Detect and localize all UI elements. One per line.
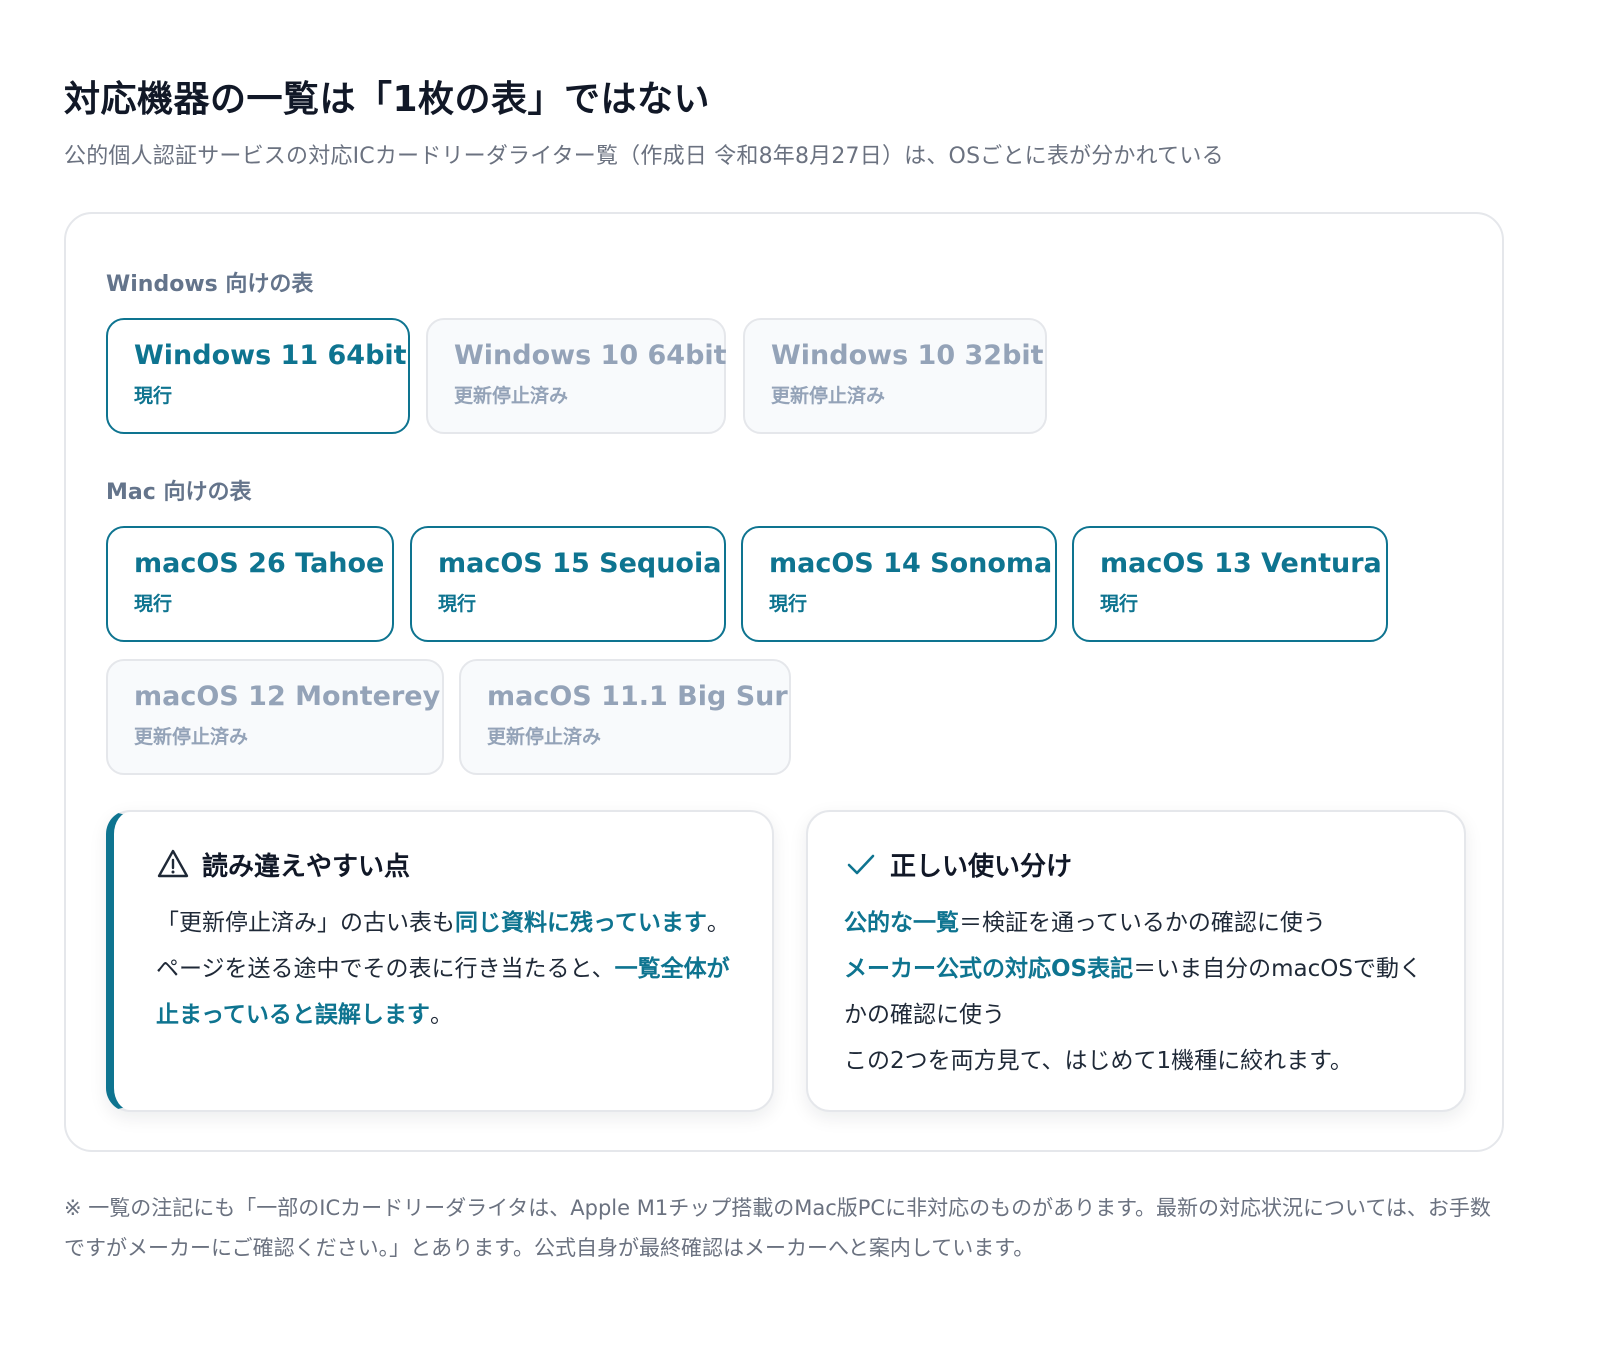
warning-text-3: 。 [429, 1002, 453, 1028]
chip-macos-12-monterey: macOS 12 Monterey 更新停止済み [106, 659, 444, 775]
mac-group-label: Mac 向けの表 [106, 480, 252, 505]
chip-macos-11-1-big-sur: macOS 11.1 Big Sur 更新停止済み [459, 659, 791, 775]
warning-panel-header: 読み違えやすい点 [156, 846, 732, 882]
chip-status: 現行 [1100, 593, 1139, 615]
chip-name: macOS 14 Sonoma [769, 548, 1053, 579]
usage-line-2: メーカー公式の対応OS表記＝いま自分のmacOSで動くかの確認に使う [844, 946, 1424, 1038]
chip-status: 更新停止済み [487, 726, 602, 748]
page-subtitle: 公的個人認証サービスの対応ICカードリーダライター覧（作成日 令和8年8月27日… [64, 144, 1224, 169]
usage-panel-title: 正しい使い分け [890, 851, 1073, 882]
chip-status: 更新停止済み [454, 385, 569, 407]
chip-status: 現行 [769, 593, 808, 615]
check-icon [844, 847, 878, 881]
footnote: ※ 一覧の注記にも「一部のICカードリーダライタは、Apple M1チップ搭載の… [64, 1196, 1491, 1260]
chip-name: macOS 15 Sequoia [438, 548, 722, 579]
chip-name: macOS 11.1 Big Sur [487, 681, 788, 712]
chip-status: 現行 [134, 593, 173, 615]
chip-macos-14-sonoma: macOS 14 Sonoma 現行 [741, 526, 1057, 642]
chip-name: Windows 11 64bit [134, 340, 407, 371]
chip-windows-10-32bit: Windows 10 32bit 更新停止済み [743, 318, 1047, 434]
page-title: 対応機器の一覧は「1枚の表」ではない [64, 79, 711, 120]
warning-highlight-1: 同じ資料に残っています [455, 910, 707, 936]
warning-panel-body: 「更新停止済み」の古い表も同じ資料に残っています。ページを送る途中でその表に行き… [156, 900, 732, 1038]
chip-windows-10-64bit: Windows 10 64bit 更新停止済み [426, 318, 727, 434]
warning-panel-title: 読み違えやすい点 [202, 851, 411, 882]
usage-panel: 正しい使い分け 公的な一覧＝検証を通っているかの確認に使う メーカー公式の対応O… [806, 810, 1466, 1112]
chip-status: 現行 [134, 385, 173, 407]
chip-status: 更新停止済み [134, 726, 249, 748]
os-table-card: Windows 向けの表 Windows 11 64bit 現行 Windows… [64, 212, 1504, 1152]
chip-macos-15-sequoia: macOS 15 Sequoia 現行 [410, 526, 726, 642]
warning-text-1: 「更新停止済み」の古い表も [156, 910, 455, 936]
chip-macos-26-tahoe: macOS 26 Tahoe 現行 [106, 526, 394, 642]
chip-status: 現行 [438, 593, 477, 615]
usage-line-1: 公的な一覧＝検証を通っているかの確認に使う [844, 900, 1424, 946]
usage-panel-header: 正しい使い分け [844, 846, 1424, 882]
usage-highlight-2: メーカー公式の対応OS表記 [844, 956, 1134, 982]
usage-text-1: ＝検証を通っているかの確認に使う [959, 910, 1326, 936]
usage-panel-body: 公的な一覧＝検証を通っているかの確認に使う メーカー公式の対応OS表記＝いま自分… [844, 900, 1424, 1084]
chip-name: Windows 10 64bit [454, 340, 727, 371]
chip-name: macOS 13 Ventura [1100, 548, 1382, 579]
chip-name: Windows 10 32bit [771, 340, 1044, 371]
chip-windows-11-64bit: Windows 11 64bit 現行 [106, 318, 410, 434]
chip-status: 更新停止済み [771, 385, 886, 407]
chip-name: macOS 12 Monterey [134, 681, 441, 712]
usage-highlight-1: 公的な一覧 [844, 910, 959, 936]
chip-name: macOS 26 Tahoe [134, 548, 385, 579]
usage-line-3: この2つを両方見て、はじめて1機種に絞れます。 [844, 1048, 1353, 1074]
chip-macos-13-ventura: macOS 13 Ventura 現行 [1072, 526, 1388, 642]
windows-group-label: Windows 向けの表 [106, 272, 314, 297]
page: 対応機器の一覧は「1枚の表」ではない 公的個人認証サービスの対応ICカードリーダ… [0, 0, 1600, 1354]
warning-panel: 読み違えやすい点 「更新停止済み」の古い表も同じ資料に残っています。ページを送る… [106, 810, 774, 1112]
warning-icon [156, 847, 190, 881]
